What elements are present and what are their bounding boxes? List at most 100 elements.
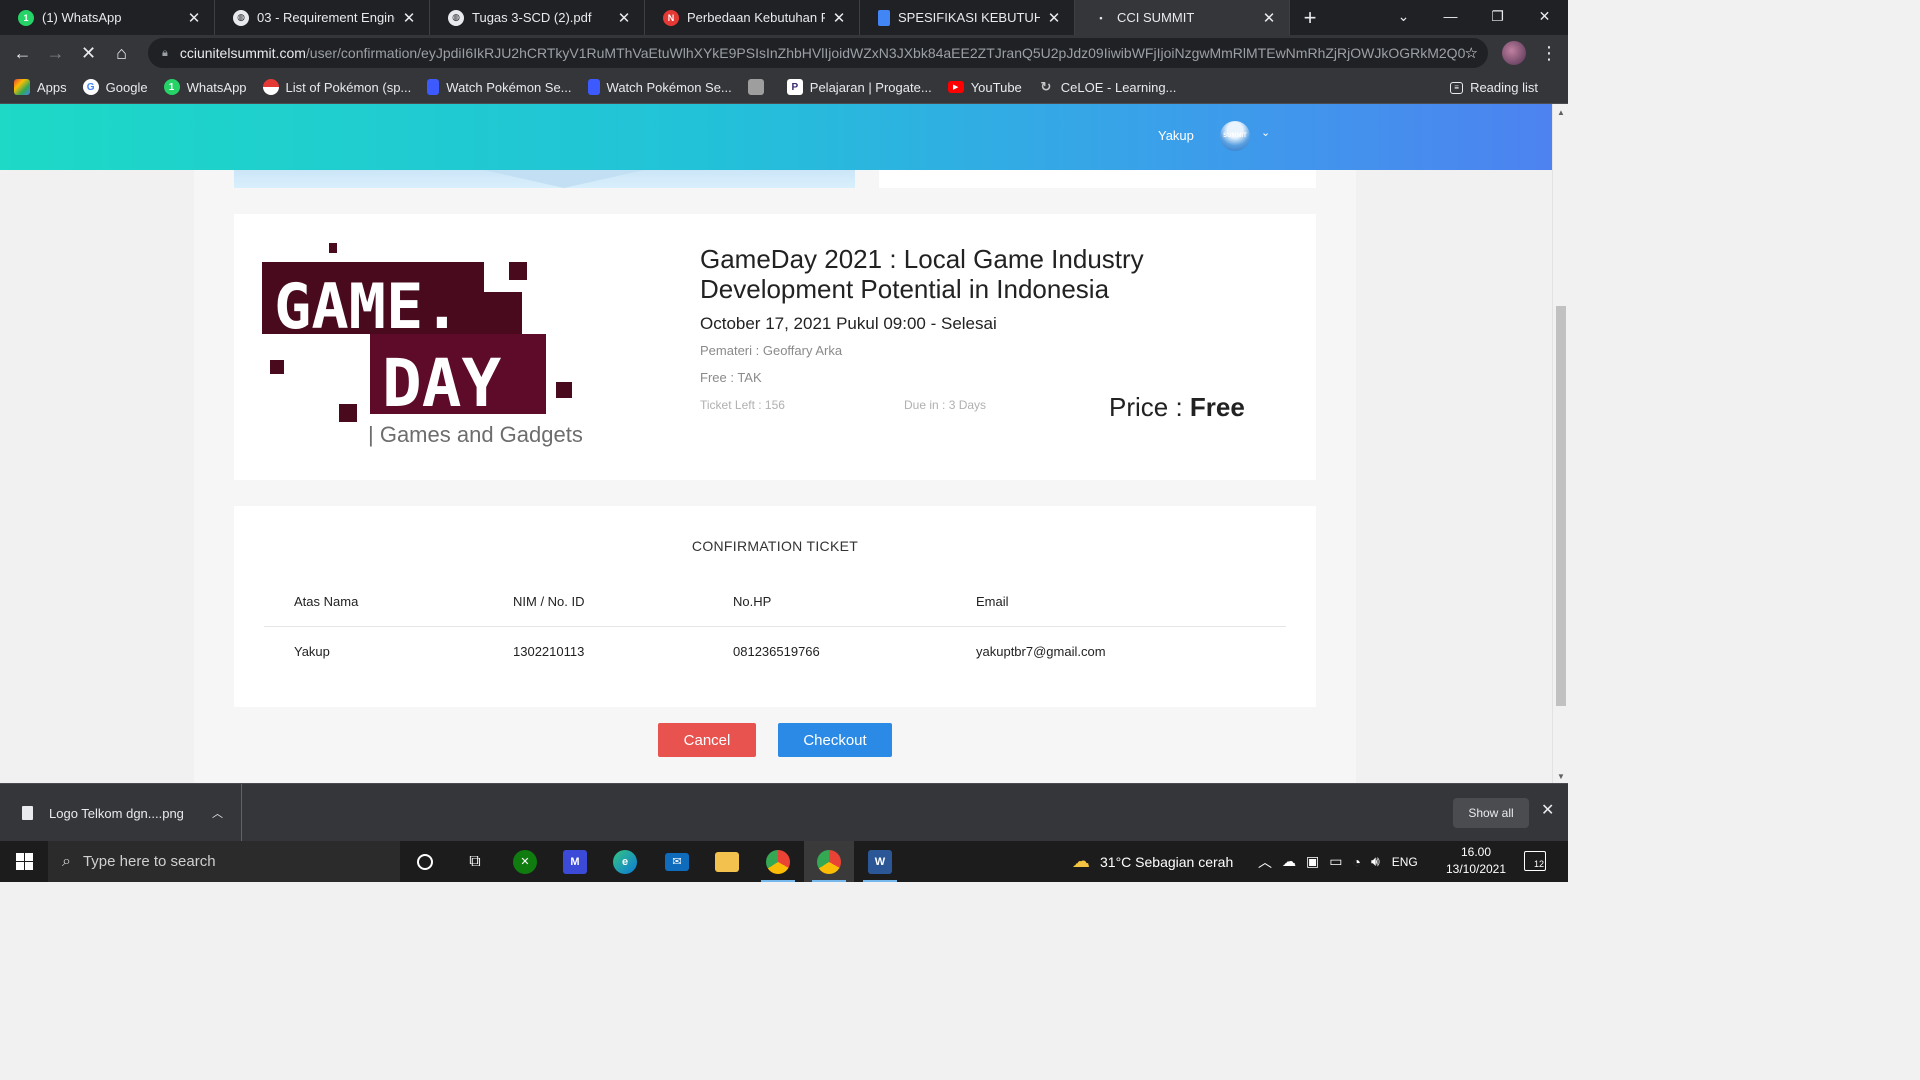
header-no-hp: No.HP xyxy=(733,594,772,609)
close-icon[interactable]: ✕ xyxy=(186,9,202,27)
lock-icon[interactable]: 🔒︎ xyxy=(162,47,168,60)
close-icon[interactable]: ✕ xyxy=(1261,9,1277,27)
bookmark-whatsapp[interactable]: 1 WhatsApp xyxy=(163,79,247,95)
download-shelf: Logo Telkom dgn....png ︿ Show all ✕ xyxy=(0,783,1568,842)
download-filename: Logo Telkom dgn....png xyxy=(49,805,184,821)
edge-icon[interactable]: e xyxy=(600,841,650,882)
close-window-button[interactable]: ✕ xyxy=(1521,0,1568,32)
gameday-logo: GAME. DAY | Games and Gadgets xyxy=(262,242,583,452)
minimize-button[interactable]: — xyxy=(1427,0,1474,32)
tab-tugas-pdf[interactable]: ◍ Tugas 3-SCD (2).pdf ✕ xyxy=(430,0,645,35)
bookmark-watch-pokemon-1[interactable]: Watch Pokémon Se... xyxy=(427,79,572,95)
device-icon[interactable]: ▣ xyxy=(1306,853,1319,870)
search-icon: ⌕ xyxy=(62,852,71,870)
tab-requirement-engineering[interactable]: ◍ 03 - Requirement Engineering ✕ xyxy=(215,0,430,35)
bookmark-watch-pokemon-2[interactable]: Watch Pokémon Se... xyxy=(587,79,732,95)
page-scrollbar[interactable]: ▲ ▼ xyxy=(1552,104,1568,783)
document-icon xyxy=(878,9,890,26)
home-icon[interactable]: ⌂ xyxy=(105,37,138,70)
user-name[interactable]: Yakup xyxy=(1158,128,1194,143)
close-icon[interactable]: ✕ xyxy=(616,9,632,27)
bookmark-star-icon[interactable]: ☆ xyxy=(1465,44,1478,62)
language-indicator[interactable]: ENG xyxy=(1392,855,1418,869)
profile-avatar[interactable] xyxy=(1502,41,1526,65)
summit-logo-avatar[interactable]: SUMMIT xyxy=(1220,121,1250,151)
loading-icon: • xyxy=(1099,12,1103,23)
tab-title: Perbedaan Kebutuhan Fungsional xyxy=(687,10,825,25)
globe-icon: ◍ xyxy=(448,9,464,26)
restore-button[interactable]: ❐ xyxy=(1474,0,1521,32)
globe-icon: ◍ xyxy=(233,9,249,26)
cortana-icon[interactable] xyxy=(400,841,450,882)
banner-chevron-shape xyxy=(484,170,644,188)
clock[interactable]: 16.00 13/10/2021 xyxy=(1440,844,1512,878)
file-explorer-icon[interactable] xyxy=(702,841,752,882)
chrome-icon[interactable] xyxy=(753,841,803,882)
close-icon[interactable]: ✕ xyxy=(401,9,417,27)
bookmark-label: YouTube xyxy=(970,79,1022,95)
value-no-hp: 081236519766 xyxy=(733,644,820,659)
mail-icon[interactable]: ✉ xyxy=(652,841,702,882)
close-icon[interactable]: ✕ xyxy=(1046,9,1062,27)
tab-cci-summit[interactable]: • CCI SUMMIT ✕ xyxy=(1075,0,1290,35)
chevron-up-icon[interactable]: ︿ xyxy=(1258,852,1272,872)
chevron-down-icon[interactable]: ⌄ xyxy=(1261,126,1270,139)
notification-center-icon[interactable]: 12 xyxy=(1524,851,1546,871)
download-item[interactable]: Logo Telkom dgn....png ︿ xyxy=(0,784,242,842)
cancel-button[interactable]: Cancel xyxy=(658,723,756,757)
weather-widget[interactable]: ☁ 31°C Sebagian cerah xyxy=(1072,841,1233,882)
bookmark-apps[interactable]: Apps xyxy=(14,79,67,95)
event-free: Free : TAK xyxy=(700,370,762,385)
value-atas-nama: Yakup xyxy=(294,644,330,659)
reading-list-icon: ≡ xyxy=(1450,81,1464,94)
tab-perbedaan-kebutuhan[interactable]: N Perbedaan Kebutuhan Fungsional ✕ xyxy=(645,0,860,35)
bookmark-pokemon-list[interactable]: List of Pokémon (sp... xyxy=(262,79,411,95)
vpn-app-icon[interactable]: M xyxy=(550,841,600,882)
onedrive-icon[interactable]: ☁ xyxy=(1282,853,1296,870)
bookmark-label: Pelajaran | Progate... xyxy=(809,79,932,95)
back-icon[interactable]: ← xyxy=(6,37,39,70)
tab-whatsapp[interactable]: 1 (1) WhatsApp ✕ xyxy=(0,0,215,35)
close-icon[interactable]: ✕ xyxy=(831,9,847,27)
show-all-button[interactable]: Show all xyxy=(1453,798,1529,828)
chrome-active-icon[interactable] xyxy=(804,841,854,882)
forward-icon[interactable]: → xyxy=(39,37,72,70)
url-text[interactable]: cciunitelsummit.com/user/confirmation/ey… xyxy=(180,45,1465,61)
bookmark-celoe[interactable]: ↻ CeLOE - Learning... xyxy=(1038,79,1177,95)
task-view-icon[interactable]: ⧉ xyxy=(450,841,500,882)
event-speaker: Pemateri : Geoffary Arka xyxy=(700,343,843,358)
chevron-up-icon[interactable]: ︿ xyxy=(212,805,223,821)
address-bar[interactable]: 🔒︎ cciunitelsummit.com/user/confirmation… xyxy=(148,38,1488,68)
bookmark-google[interactable]: G Google xyxy=(82,79,148,95)
checkout-button[interactable]: Checkout xyxy=(778,723,892,757)
event-card: GAME. DAY | Games and Gadgets GameDay 20… xyxy=(234,214,1316,480)
volume-icon[interactable]: 🔊︎ xyxy=(1371,853,1380,870)
tab-spesifikasi[interactable]: SPESIFIKASI KEBUTUHAN P ✕ xyxy=(860,0,1075,35)
bookmark-progate[interactable]: P Pelajaran | Progate... xyxy=(786,79,932,95)
bookmark-youtube[interactable]: ▶ YouTube xyxy=(947,79,1022,95)
menu-icon[interactable]: ⋮ xyxy=(1540,43,1558,64)
scroll-down-icon[interactable]: ▼ xyxy=(1553,772,1569,781)
taskbar-search[interactable]: ⌕ Type here to search xyxy=(48,841,400,882)
battery-icon[interactable]: ▭ xyxy=(1329,853,1342,870)
word-icon[interactable]: W xyxy=(855,841,905,882)
celoe-icon: ↻ xyxy=(1040,79,1052,94)
stop-icon[interactable]: ✕ xyxy=(72,37,105,70)
bookmark-label: Watch Pokémon Se... xyxy=(446,79,572,95)
reading-list-button[interactable]: ≡ Reading list xyxy=(1450,71,1538,104)
tab-search-icon[interactable]: ⌄ xyxy=(1380,0,1427,32)
wifi-icon[interactable]: ◔ xyxy=(1352,854,1360,870)
logo-day-text: DAY xyxy=(382,345,501,422)
xbox-icon[interactable]: ✕ xyxy=(500,841,550,882)
bookmark-label: CeLOE - Learning... xyxy=(1060,79,1177,95)
scroll-up-icon[interactable]: ▲ xyxy=(1553,108,1569,117)
scrollbar-thumb[interactable] xyxy=(1556,306,1566,706)
site-header: Yakup SUMMIT ⌄ xyxy=(0,104,1552,170)
bookmark-image[interactable] xyxy=(747,79,771,95)
start-button[interactable] xyxy=(0,841,48,882)
red-site-icon: N xyxy=(663,9,679,26)
close-icon[interactable]: ✕ xyxy=(1541,800,1554,820)
new-tab-button[interactable]: + xyxy=(1290,0,1330,35)
search-placeholder: Type here to search xyxy=(82,853,216,870)
url-path: /user/confirmation/eyJpdiI6IkRJU2hCRTkyV… xyxy=(305,45,1465,61)
